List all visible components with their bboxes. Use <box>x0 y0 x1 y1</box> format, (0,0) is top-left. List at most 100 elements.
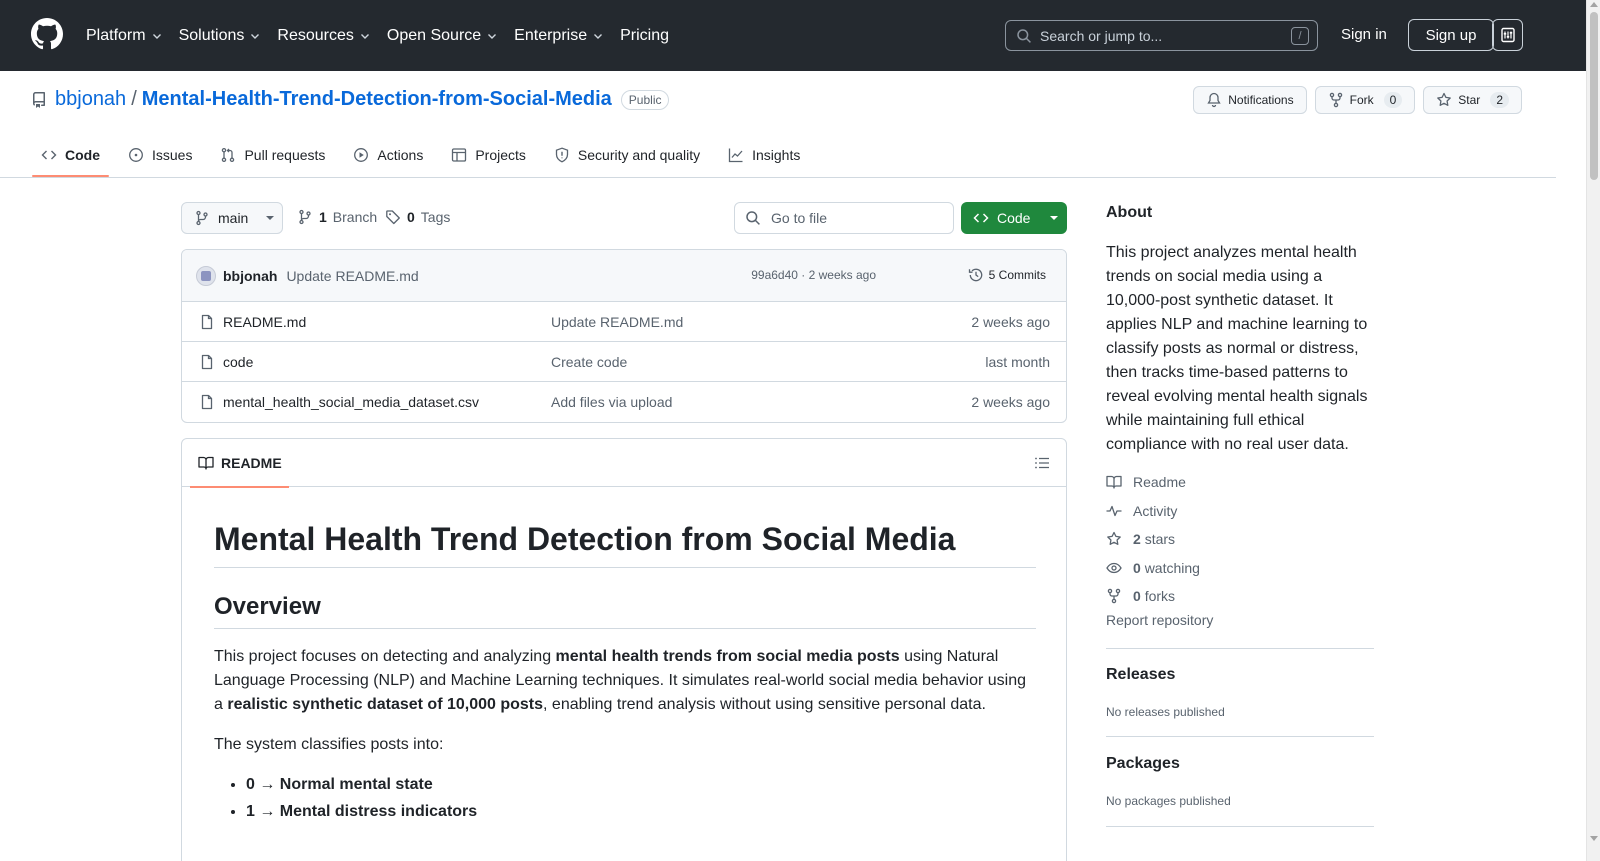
tab-projects[interactable]: Projects <box>442 135 535 175</box>
fork-label: Fork <box>1349 93 1374 107</box>
visibility-badge: Public <box>620 89 670 110</box>
nav-label: Enterprise <box>514 26 588 44</box>
latest-commit-bar: bbjonah Update README.md 99a6d40 · 2 wee… <box>182 250 1066 302</box>
stars-label: stars <box>1144 531 1176 548</box>
fork-button[interactable]: Fork 0 <box>1314 86 1416 114</box>
sliders-icon <box>1500 27 1515 43</box>
search-shortcut-key: / <box>1291 27 1309 45</box>
report-repository-link[interactable]: Report repository <box>1106 612 1213 628</box>
sign-in-link[interactable]: Sign in <box>1341 26 1387 43</box>
scroll-up-arrow-icon[interactable] <box>1590 2 1598 7</box>
about-description: This project analyzes mental health tren… <box>1106 244 1368 453</box>
file-commit-date: 2 weeks ago <box>971 314 1050 330</box>
search-input[interactable]: Search or jump to... / <box>1005 20 1318 51</box>
repo-icon <box>33 91 45 108</box>
watching-link[interactable]: 0 watching <box>1106 554 1374 583</box>
commit-meta[interactable]: 99a6d40 · 2 weeks ago <box>751 268 876 282</box>
repo-title: bbjonah / Mental-Health-Trend-Detection-… <box>31 88 670 111</box>
git-branch-icon <box>196 210 208 226</box>
star-button[interactable]: Star 2 <box>1423 86 1522 114</box>
tab-pull-requests[interactable]: Pull requests <box>211 135 334 175</box>
nav-resources[interactable]: Resources <box>277 27 370 45</box>
commit-message-link[interactable]: Update README.md <box>286 268 418 284</box>
file-commit-message-link[interactable]: Update README.md <box>551 314 683 330</box>
file-name-link[interactable]: code <box>223 354 253 370</box>
file-icon <box>201 354 213 370</box>
branch-count: 1 <box>319 209 327 225</box>
nav-enterprise[interactable]: Enterprise <box>514 27 604 45</box>
activity-link[interactable]: Activity <box>1106 497 1374 526</box>
chevron-down-icon <box>251 33 260 39</box>
readme-paragraph: This project focuses on detecting and an… <box>214 645 1036 717</box>
file-name-link[interactable]: mental_health_social_media_dataset.csv <box>223 394 479 410</box>
chevron-down-icon <box>152 33 161 39</box>
text-run-bold: realistic synthetic dataset of 10,000 po… <box>227 696 544 713</box>
file-commit-date: 2 weeks ago <box>971 394 1050 410</box>
fork-count: 0 <box>1383 92 1403 108</box>
readme-paragraph: The system classifies posts into: <box>214 736 444 753</box>
list-item: 1 → Mental distress indicators <box>246 798 1036 825</box>
sidebar-divider <box>1106 648 1374 649</box>
sign-up-button[interactable]: Sign up <box>1408 19 1494 51</box>
file-icon <box>201 314 213 330</box>
tab-insights[interactable]: Insights <box>719 135 809 175</box>
tab-code[interactable]: Code <box>32 135 109 177</box>
code-button-label: Code <box>997 210 1031 226</box>
sidebar-divider <box>1106 736 1374 737</box>
readme-tab[interactable]: README <box>190 439 289 488</box>
nav-label: Pricing <box>620 26 669 44</box>
tab-issues[interactable]: Issues <box>119 135 201 175</box>
scrollbar-thumb[interactable] <box>1590 12 1598 180</box>
page-scrollbar[interactable] <box>1586 0 1600 861</box>
branch-selector[interactable]: main <box>181 202 283 234</box>
forks-link[interactable]: 0 forks <box>1106 582 1374 611</box>
tab-actions[interactable]: Actions <box>344 135 432 175</box>
file-commit-message-link[interactable]: Add files via upload <box>551 394 672 410</box>
nav-pricing[interactable]: Pricing <box>620 27 669 45</box>
branches-link[interactable]: 1 Branch <box>297 209 377 225</box>
tab-security[interactable]: Security and quality <box>545 135 709 175</box>
caret-down-icon <box>266 216 275 220</box>
avatar[interactable] <box>196 265 216 286</box>
nav-platform[interactable]: Platform <box>86 27 163 45</box>
nav-open-source[interactable]: Open Source <box>387 27 498 45</box>
repo-owner-link[interactable]: bbjonah <box>55 88 126 111</box>
readme-link[interactable]: Readme <box>1106 468 1374 497</box>
search-icon <box>1017 28 1031 43</box>
list-item-text: 0 → Normal mental state <box>246 776 433 793</box>
chevron-down-icon <box>594 33 603 39</box>
about-links: Readme Activity 2 stars 0 watching 0 for… <box>1106 468 1374 611</box>
list-unordered-icon[interactable] <box>1034 455 1050 471</box>
commits-history-link[interactable]: 5 Commits <box>968 267 1046 283</box>
appearance-settings-button[interactable] <box>1492 19 1523 51</box>
go-to-file-input[interactable]: Go to file <box>734 202 954 234</box>
notifications-button[interactable]: Notifications <box>1193 86 1307 114</box>
file-name-link[interactable]: README.md <box>223 314 306 330</box>
stars-text: 2 stars <box>1133 531 1175 547</box>
code-dropdown-button[interactable]: Code <box>961 202 1067 234</box>
github-logo-icon[interactable] <box>31 18 63 50</box>
readme-title: Mental Health Trend Detection from Socia… <box>214 519 1036 568</box>
repo-name-link[interactable]: Mental-Health-Trend-Detection-from-Socia… <box>142 88 612 111</box>
tags-link[interactable]: 0 Tags <box>385 209 450 225</box>
nav-solutions[interactable]: Solutions <box>179 27 262 45</box>
code-icon <box>973 213 989 223</box>
releases-heading[interactable]: Releases <box>1106 666 1175 684</box>
scroll-down-arrow-icon[interactable] <box>1590 836 1598 841</box>
packages-heading[interactable]: Packages <box>1106 755 1180 773</box>
git-pull-request-icon <box>222 147 235 163</box>
commit-author-link[interactable]: bbjonah <box>223 268 277 284</box>
stars-link[interactable]: 2 stars <box>1106 525 1374 554</box>
tab-label: Code <box>65 147 100 163</box>
tab-label: Projects <box>475 147 526 163</box>
star-icon <box>1437 92 1452 106</box>
site-header: Platform Solutions Resources Open Source… <box>0 0 1600 71</box>
tag-label: Tags <box>420 209 451 225</box>
watching-count: 0 <box>1133 559 1141 576</box>
readme-content: Mental Health Trend Detection from Socia… <box>214 487 1036 825</box>
eye-icon <box>1106 562 1122 573</box>
nav-label: Platform <box>86 26 146 44</box>
forks-text: 0 forks <box>1133 588 1175 604</box>
file-commit-message-link[interactable]: Create code <box>551 354 627 370</box>
repo-nav-divider <box>0 177 1556 178</box>
